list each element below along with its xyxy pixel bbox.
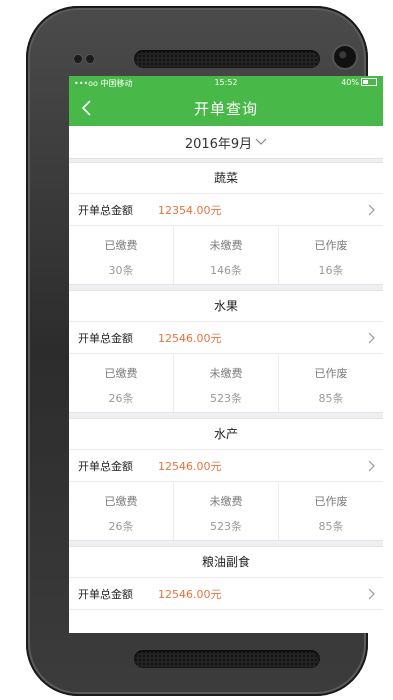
- stat-count: 16条: [318, 264, 344, 277]
- category-title: 粮油副食: [69, 547, 383, 578]
- category-title: 水果: [69, 291, 383, 322]
- stat-count: 85条: [318, 520, 344, 533]
- front-camera: [334, 46, 356, 68]
- total-amount-row[interactable]: 开单总金额 12354.00元: [69, 194, 383, 226]
- chevron-right-icon: [368, 332, 375, 344]
- stat-count: 523条: [210, 392, 242, 405]
- stat-cell[interactable]: 未缴费 523条: [174, 354, 279, 412]
- category-card: 蔬菜 开单总金额 12354.00元 已缴费 30条 未缴费 146条 已作废 16条: [69, 162, 383, 285]
- stat-label: 未缴费: [209, 239, 243, 252]
- category-card: 水果 开单总金额 12546.00元 已缴费 26条 未缴费 523条 已作废 85条: [69, 290, 383, 413]
- chevron-left-icon: [81, 100, 91, 116]
- stats-row: [69, 610, 383, 633]
- stat-count: 26条: [108, 392, 134, 405]
- battery-percent: 40%: [341, 78, 359, 87]
- chevron-right-icon: [368, 588, 375, 600]
- category-card: 粮油副食 开单总金额 12546.00元: [69, 546, 383, 633]
- category-list: 蔬菜 开单总金额 12354.00元 已缴费 30条 未缴费 146条 已作废 16条 水…: [69, 162, 383, 633]
- stat-cell[interactable]: 已缴费 30条: [69, 226, 174, 284]
- stat-count: 146条: [210, 264, 242, 277]
- battery-icon: [361, 78, 377, 86]
- total-amount-value: 12354.00元: [158, 203, 222, 217]
- category-title: 蔬菜: [69, 163, 383, 194]
- total-amount-row[interactable]: 开单总金额 12546.00元: [69, 578, 383, 610]
- total-amount-label: 开单总金额: [78, 203, 133, 217]
- front-sensor: [74, 55, 82, 63]
- stat-count: 30条: [108, 264, 134, 277]
- chevron-right-icon: [368, 204, 375, 216]
- total-amount-label: 开单总金额: [78, 459, 133, 473]
- chevron-down-icon: [255, 138, 267, 145]
- stat-cell[interactable]: 已作废 85条: [279, 354, 383, 412]
- category-title: 水产: [69, 419, 383, 450]
- chevron-right-icon: [368, 460, 375, 472]
- stats-row: 已缴费 30条 未缴费 146条 已作废 16条: [69, 226, 383, 284]
- total-amount-value: 12546.00元: [158, 587, 222, 601]
- total-amount-label: 开单总金额: [78, 587, 133, 601]
- total-amount-value: 12546.00元: [158, 459, 222, 473]
- stat-cell[interactable]: 已缴费 26条: [69, 354, 174, 412]
- stat-count: 85条: [318, 392, 344, 405]
- stat-count: 523条: [210, 520, 242, 533]
- total-amount-row[interactable]: 开单总金额 12546.00元: [69, 450, 383, 482]
- stat-cell[interactable]: 已缴费 26条: [69, 482, 174, 540]
- page-title: 开单查询: [193, 99, 258, 118]
- stat-cell[interactable]: 已作废 16条: [279, 226, 383, 284]
- stat-label: 已缴费: [104, 495, 138, 508]
- nav-bar: 开单查询: [69, 90, 383, 126]
- bottom-speaker-grill: [134, 650, 320, 668]
- back-button[interactable]: [76, 96, 96, 120]
- stat-label: 已缴费: [104, 367, 138, 380]
- app-screen: •••oo 中国移动 15:52 40% 开单查询 2016年9月 蔬菜 开单总…: [69, 76, 383, 633]
- stat-label: 未缴费: [209, 495, 243, 508]
- status-time: 15:52: [214, 78, 238, 87]
- stat-cell[interactable]: 未缴费 523条: [174, 482, 279, 540]
- stat-label: 已作废: [314, 367, 348, 380]
- total-amount-value: 12546.00元: [158, 331, 222, 345]
- category-card: 水产 开单总金额 12546.00元 已缴费 26条 未缴费 523条 已作废 85条: [69, 418, 383, 541]
- stats-row: 已缴费 26条 未缴费 523条 已作废 85条: [69, 354, 383, 412]
- stat-count: 26条: [108, 520, 134, 533]
- stat-cell[interactable]: 已作废 85条: [279, 482, 383, 540]
- stats-row: 已缴费 26条 未缴费 523条 已作废 85条: [69, 482, 383, 540]
- stat-label: 未缴费: [209, 367, 243, 380]
- status-bar: •••oo 中国移动 15:52 40%: [69, 76, 383, 90]
- battery-indicator: 40%: [341, 78, 377, 87]
- phone-frame: •••oo 中国移动 15:52 40% 开单查询 2016年9月 蔬菜 开单总…: [26, 6, 383, 696]
- stat-label: 已作废: [314, 495, 348, 508]
- stat-label: 已作废: [314, 239, 348, 252]
- total-amount-row[interactable]: 开单总金额 12546.00元: [69, 322, 383, 354]
- stat-label: 已缴费: [104, 239, 138, 252]
- total-amount-label: 开单总金额: [78, 331, 133, 345]
- top-speaker-grill: [134, 50, 320, 68]
- month-selector[interactable]: 2016年9月: [69, 126, 383, 159]
- front-sensor: [86, 55, 94, 63]
- stat-cell[interactable]: 未缴费 146条: [174, 226, 279, 284]
- month-label: 2016年9月: [184, 136, 253, 152]
